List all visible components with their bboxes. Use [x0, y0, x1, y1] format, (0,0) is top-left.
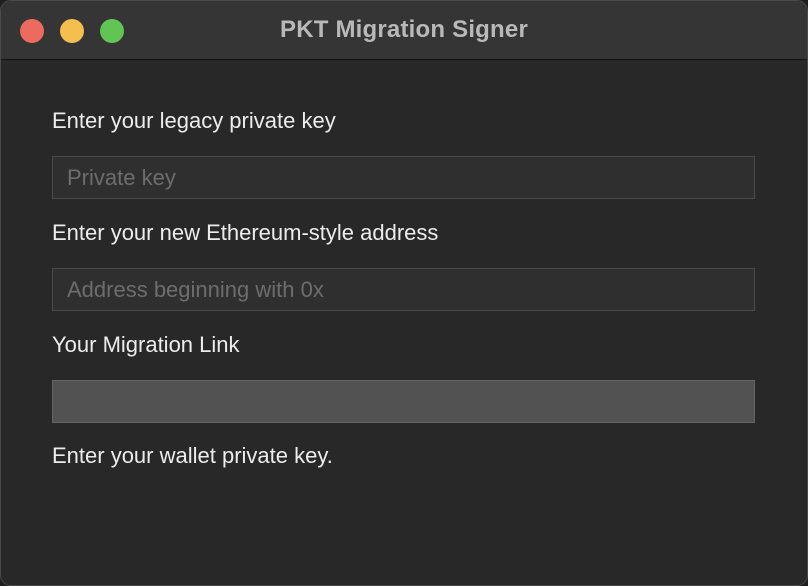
address-label: Enter your new Ethereum-style address [52, 220, 439, 245]
title-bar[interactable]: PKT Migration Signer [1, 1, 807, 60]
app-window: PKT Migration Signer Enter your legacy p… [0, 0, 808, 586]
migration-link-field[interactable] [52, 380, 755, 423]
private-key-label: Enter your legacy private key [52, 108, 336, 133]
window-title: PKT Migration Signer [279, 16, 528, 43]
private-key-input[interactable] [52, 156, 755, 199]
address-input[interactable] [52, 268, 755, 311]
migration-link-label: Your Migration Link [52, 332, 240, 357]
status-message: Enter your wallet private key. [52, 443, 333, 468]
